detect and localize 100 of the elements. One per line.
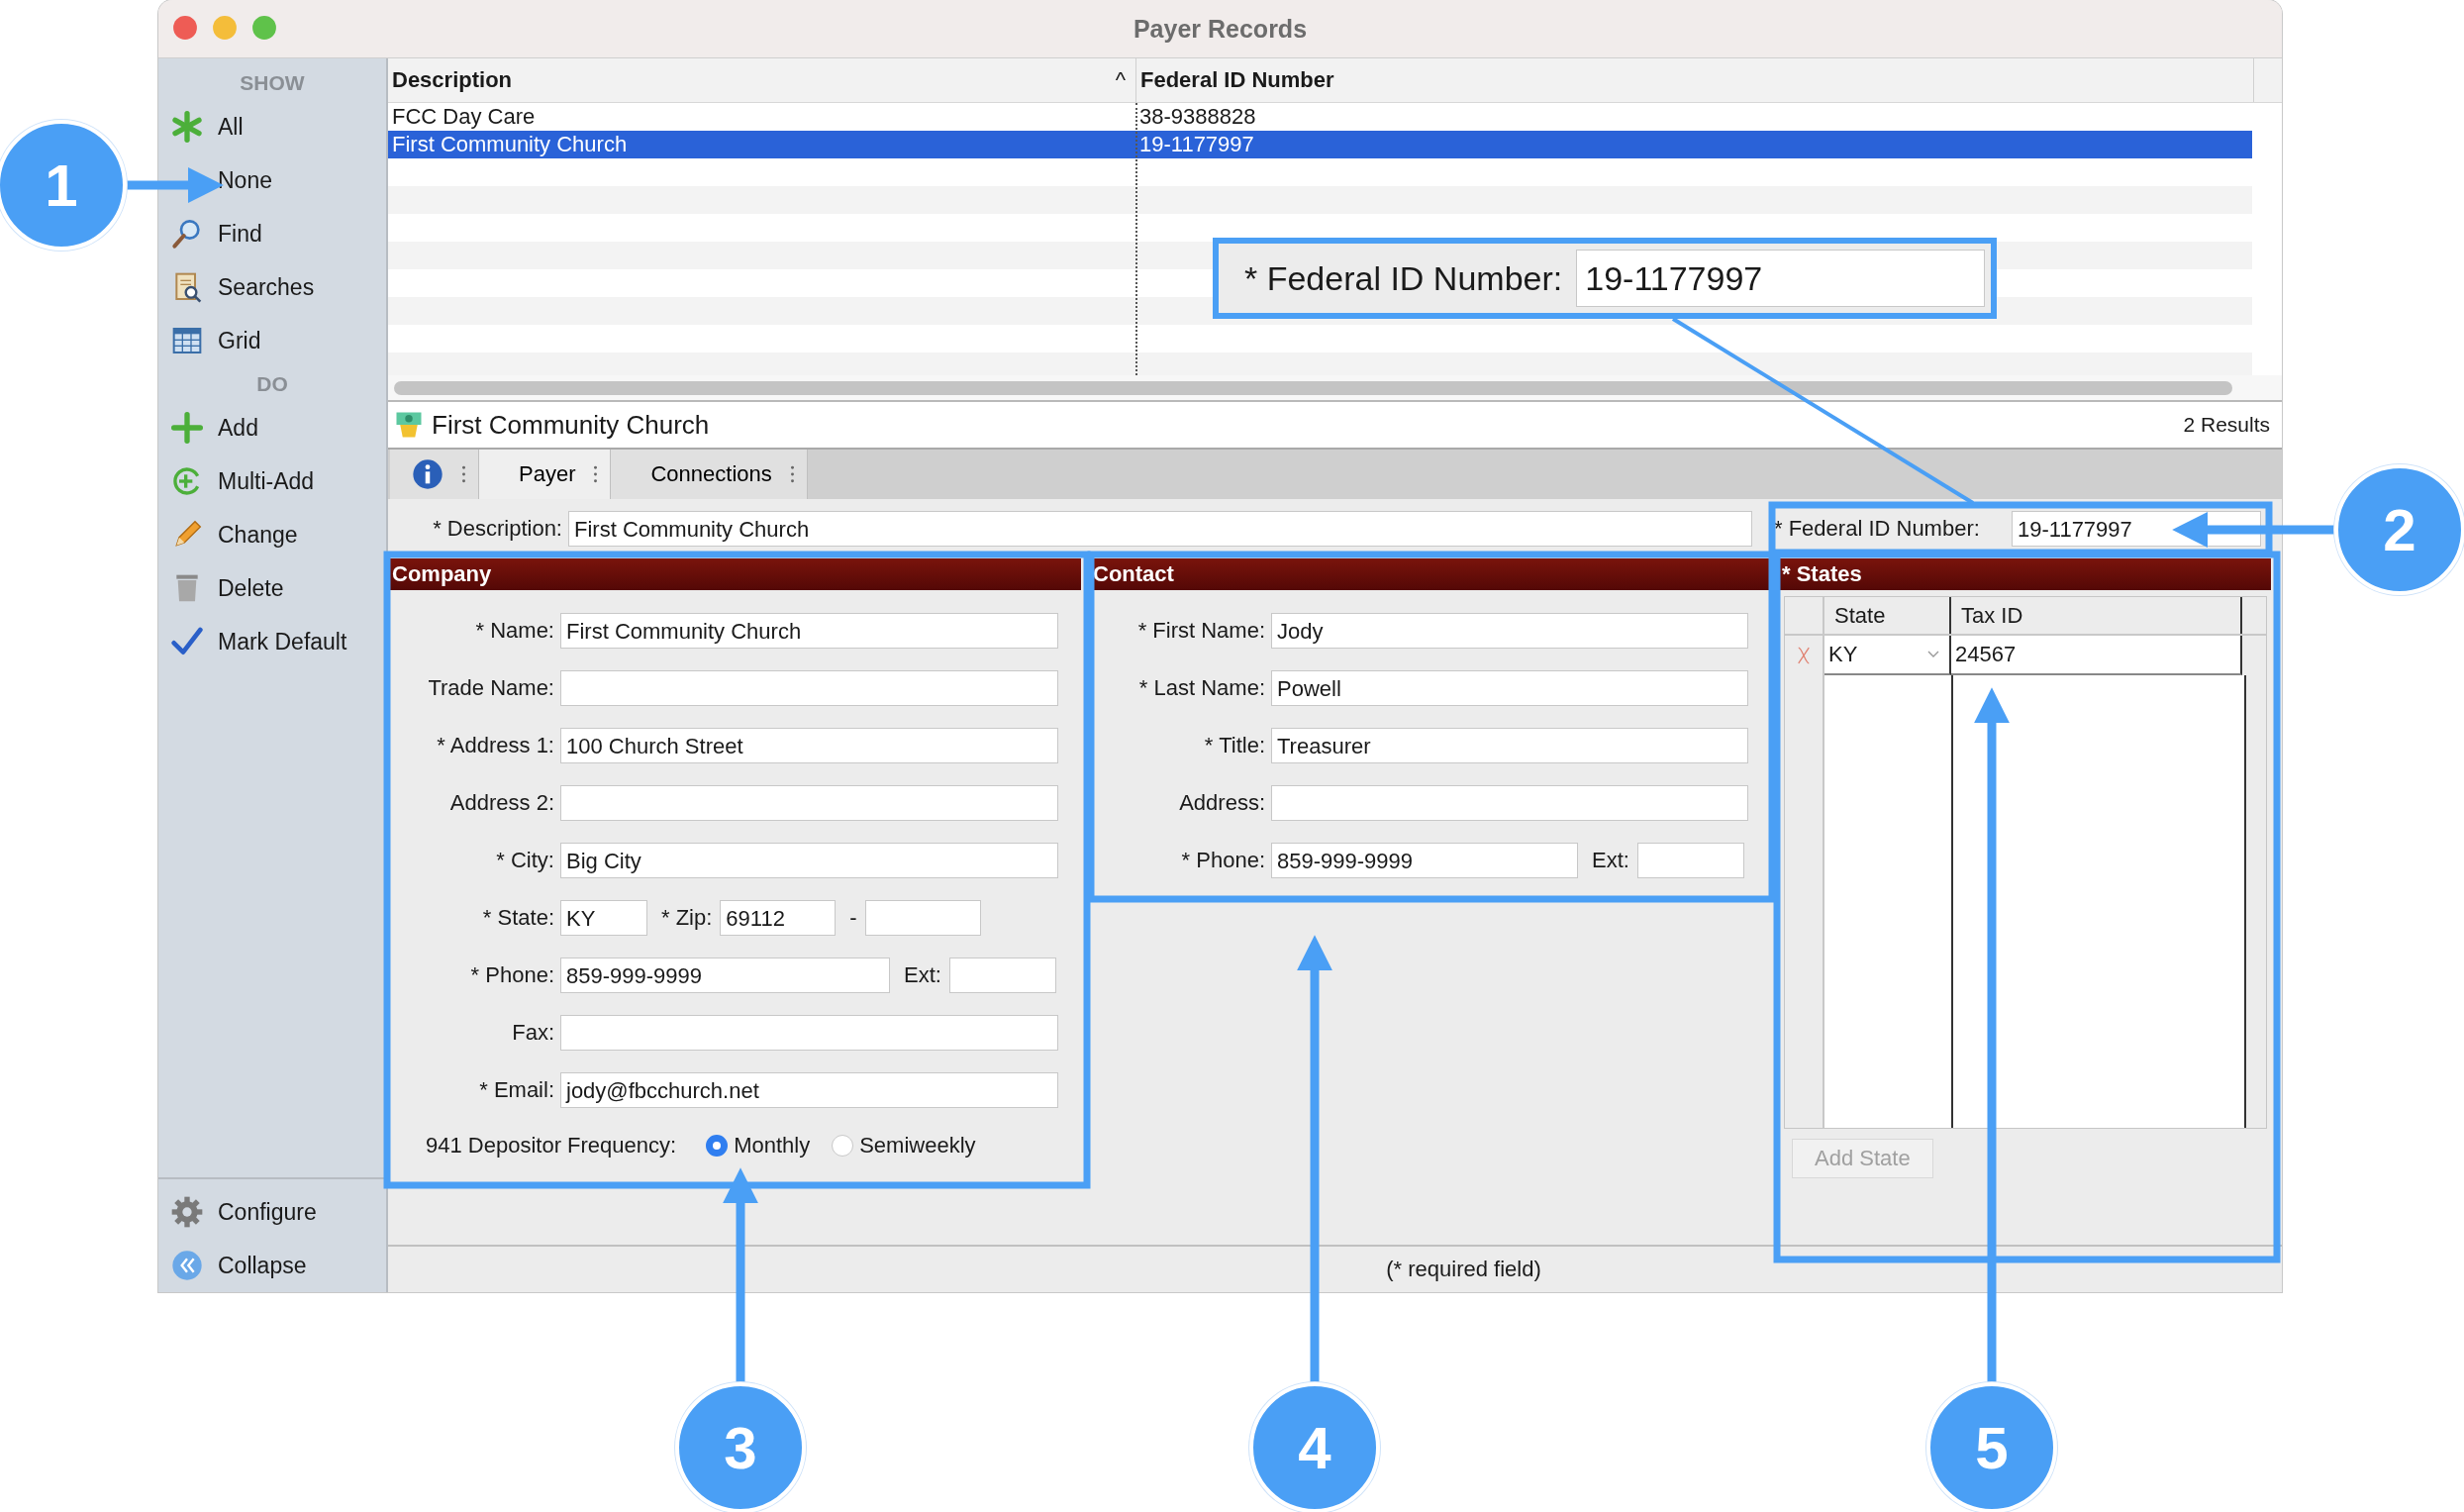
table-cell-text: FCC Day Care (391, 103, 537, 131)
sidebar-item[interactable]: Add (158, 401, 386, 454)
field-label: * First Name: (1136, 618, 1266, 644)
sidebar-item[interactable]: All (158, 100, 386, 153)
tab[interactable] (390, 450, 479, 499)
delete-icon[interactable] (1797, 645, 1811, 666)
step-badge: 3 (675, 1382, 806, 1512)
tab[interactable]: Payer (479, 450, 612, 499)
radio-option[interactable]: Semiweekly (832, 1133, 976, 1159)
double-chevron-icon (171, 1250, 203, 1281)
more-icon (593, 465, 599, 483)
input-field[interactable] (560, 670, 1058, 706)
field-label: * City: (495, 848, 555, 873)
input-field[interactable] (864, 900, 981, 936)
more-icon (461, 465, 466, 483)
input-field[interactable] (1271, 785, 1748, 821)
step-badge: 4 (1249, 1382, 1380, 1512)
checkmark-icon (171, 626, 203, 657)
table-cell[interactable]: 24567 (1951, 636, 2242, 675)
field-label: * Address 1: (436, 733, 555, 758)
field-label: * Phone: (469, 962, 555, 988)
table-cell-text: 38-9388828 (1138, 103, 1257, 131)
field-label: * Federal ID Number: (1774, 516, 1981, 542)
section-heading: DO (255, 371, 289, 397)
sidebar-item[interactable]: Delete (158, 561, 386, 615)
scrollbar-thumb[interactable] (394, 380, 2232, 395)
field-label: * Federal ID Number: (1244, 258, 1563, 298)
section-heading: SHOW (239, 70, 306, 96)
field-label: 941 Depositor Frequency: (426, 1133, 677, 1159)
sidebar-item[interactable]: Collapse (158, 1239, 386, 1292)
search-icon (171, 218, 203, 250)
minimize-button[interactable] (212, 15, 238, 41)
asterisk-icon (171, 111, 203, 143)
field-label: * Name: (474, 618, 555, 644)
input-field[interactable]: Jody (1271, 613, 1748, 649)
radio-button[interactable] (706, 1135, 729, 1157)
input-field[interactable]: KY (560, 900, 647, 936)
field-label: Address: (1178, 790, 1266, 816)
sidebar-item[interactable]: Change (158, 508, 386, 561)
field-label: * Email: (478, 1077, 555, 1103)
table-cell-text: First Community Church (391, 131, 629, 158)
radio-button[interactable] (832, 1135, 854, 1157)
radio-option[interactable]: Monthly (706, 1133, 811, 1159)
input-field[interactable]: 859-999-9999 (560, 958, 890, 993)
field-label: * State: (481, 905, 555, 931)
sidebar-item[interactable]: Grid (158, 314, 386, 367)
input-field[interactable]: 859-999-9999 (1271, 843, 1578, 878)
input-field: 19-1177997 (1576, 250, 1985, 307)
settings-icon (171, 1196, 203, 1228)
table-row[interactable]: First Community Church 19-1177997 (388, 131, 2252, 158)
close-button[interactable] (172, 15, 198, 41)
field-label: Address 2: (448, 790, 555, 816)
plus-icon (171, 412, 203, 444)
field-label: Ext: (1591, 848, 1630, 873)
more-icon (789, 465, 795, 483)
input-field[interactable]: Big City (560, 843, 1058, 878)
field-label: * Zip: (660, 905, 714, 931)
input-field[interactable] (948, 958, 1056, 993)
money-icon (394, 410, 424, 440)
field-label: * Title: (1203, 733, 1266, 758)
input-field[interactable]: Powell (1271, 670, 1748, 706)
tab[interactable]: Connections (611, 450, 808, 499)
input-field[interactable]: 69112 (720, 900, 837, 936)
input-field[interactable] (1636, 843, 1744, 878)
dropdown[interactable]: KY (1824, 636, 1951, 675)
sidebar-item[interactable]: None (158, 153, 386, 207)
section-header: * States (1778, 558, 2271, 590)
field-label: - (848, 905, 858, 931)
table-icon (171, 325, 203, 356)
input-field[interactable]: First Community Church (560, 613, 1058, 649)
input-field[interactable]: 100 Church Street (560, 728, 1058, 763)
input-field[interactable]: First Community Church (568, 511, 1752, 547)
footer-note: (* required field) (1386, 1257, 1541, 1282)
column-header[interactable]: Federal ID Number (1136, 58, 2254, 102)
section-header: Company (388, 558, 1081, 590)
field-label: * Description: (432, 516, 563, 542)
record-title: First Community Church (432, 409, 710, 441)
input-field[interactable]: Treasurer (1271, 728, 1748, 763)
sidebar-item[interactable]: Multi-Add (158, 454, 386, 508)
input-field[interactable]: jody@fbcchurch.net (560, 1072, 1058, 1108)
info-icon (412, 458, 444, 490)
sidebar-item[interactable]: Configure (158, 1185, 386, 1239)
field-label: Trade Name: (427, 675, 555, 701)
result-count: 2 Results (2183, 413, 2270, 437)
zoom-button[interactable] (251, 15, 277, 41)
sidebar-item[interactable]: Searches (158, 260, 386, 314)
input-field[interactable] (560, 1015, 1058, 1051)
field-label: * Phone: (1180, 848, 1266, 873)
chevron-down-icon (1927, 651, 1939, 658)
step-badge: 5 (1926, 1382, 2057, 1512)
step-badge: 1 (0, 120, 127, 251)
input-field[interactable] (560, 785, 1058, 821)
table-cell-text: 19-1177997 (1138, 131, 1255, 158)
column-header[interactable]: Description ^ (388, 58, 1136, 102)
sidebar-item[interactable]: Mark Default (158, 615, 386, 668)
field-label: * Last Name: (1137, 675, 1266, 701)
field-label: Ext: (903, 962, 942, 988)
window-title: Payer Records (1133, 14, 1308, 44)
field-label: Fax: (511, 1020, 555, 1046)
sidebar-item[interactable]: Find (158, 207, 386, 260)
